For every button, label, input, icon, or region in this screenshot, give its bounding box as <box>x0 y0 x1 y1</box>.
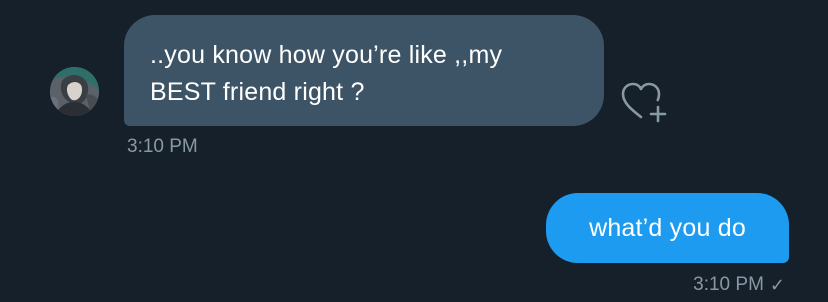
user-avatar-icon <box>50 67 99 116</box>
dm-conversation: { "conversation": { "received": { "avata… <box>0 0 828 302</box>
heart-plus-icon[interactable] <box>620 79 668 125</box>
sent-timestamp: 3:10 PM <box>693 274 764 295</box>
check-icon: ✓ <box>769 275 785 295</box>
sent-message-bubble[interactable]: what’d you do <box>546 193 789 263</box>
received-timestamp: 3:10 PM <box>127 136 198 157</box>
sent-status: 3:10 PM ✓ <box>693 274 785 296</box>
received-message-bubble[interactable]: ..you know how you’re like ,,my BEST fri… <box>124 15 604 126</box>
sender-avatar[interactable] <box>50 67 99 116</box>
